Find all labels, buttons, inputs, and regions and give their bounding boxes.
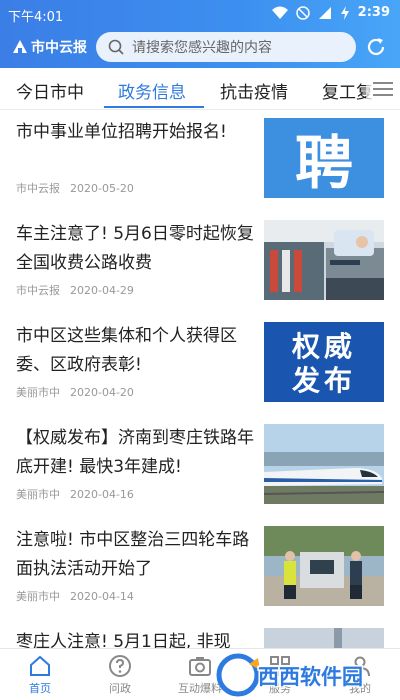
article-title: 市中区这些集体和个人获得区委、区政府表彰! bbox=[16, 326, 237, 375]
logo-text: 市中云报 bbox=[31, 40, 87, 56]
tab-menu-button[interactable] bbox=[366, 68, 400, 109]
article-title: 市中事业单位招聘开始报名! bbox=[16, 122, 227, 142]
camera-icon bbox=[189, 657, 211, 676]
nav-label: 问政 bbox=[109, 682, 131, 695]
menu-icon bbox=[373, 81, 393, 96]
article-meta: 美丽市中 2020-04-14 bbox=[16, 588, 134, 604]
article-item[interactable]: 【权威发布】济南到枣庄铁路年底开建! 最快3年建成! 美丽市中 2020-04-1… bbox=[0, 416, 400, 518]
article-thumbnail: 权威 发布 bbox=[264, 322, 384, 402]
article-source: 美丽市中 bbox=[16, 386, 60, 399]
article-item[interactable]: 市中区这些集体和个人获得区委、区政府表彰! 美丽市中 2020-04-20 权威 … bbox=[0, 314, 400, 416]
tab-epidemic[interactable]: 抗击疫情 bbox=[220, 78, 288, 103]
article-meta: 市中云报 2020-04-29 bbox=[16, 282, 134, 298]
category-tabs: 今日市中 政务信息 抗击疫情 复工复 bbox=[0, 68, 400, 110]
app-logo[interactable]: 市中云报 bbox=[12, 37, 87, 57]
refresh-icon[interactable] bbox=[364, 35, 388, 59]
partial-photo bbox=[264, 628, 384, 648]
tab-today[interactable]: 今日市中 bbox=[16, 78, 84, 103]
search-icon bbox=[108, 39, 124, 55]
article-source: 市中云报 bbox=[16, 182, 60, 195]
thumbnail-line-1: 权威 bbox=[291, 330, 356, 363]
article-item[interactable]: 枣庄人注意! 5月1日起, 非现 bbox=[0, 620, 400, 648]
article-meta: 美丽市中 2020-04-16 bbox=[16, 486, 134, 502]
nav-home[interactable]: 首页 bbox=[0, 649, 80, 700]
article-date: 2020-04-20 bbox=[70, 386, 134, 399]
site-watermark: 西西软件园 bbox=[216, 653, 365, 697]
wifi-icon bbox=[271, 6, 288, 19]
article-source: 美丽市中 bbox=[16, 488, 60, 501]
app-header: 市中云报 请搜索您感兴趣的内容 bbox=[0, 28, 400, 68]
charging-icon bbox=[340, 5, 349, 20]
watermark-text: 西西软件园 bbox=[258, 665, 363, 689]
article-source: 美丽市中 bbox=[16, 590, 60, 603]
article-date: 2020-05-20 bbox=[70, 182, 134, 195]
no-sim-icon bbox=[295, 5, 310, 20]
article-item[interactable]: 车主注意了! 5月6日零时起恢复全国收费公路收费 市中云报 2020-04-29 bbox=[0, 212, 400, 314]
article-thumbnail bbox=[264, 628, 384, 648]
logo-icon bbox=[13, 40, 27, 53]
train-photo bbox=[264, 424, 384, 504]
status-time: 下午4:01 bbox=[8, 10, 64, 25]
signal-icon bbox=[318, 6, 331, 19]
article-title: 枣庄人注意! 5月1日起, 非现 bbox=[16, 632, 231, 648]
top-bar: 下午4:01 2:39 市中云报 请搜索您感兴趣的内容 bbox=[0, 0, 400, 68]
search-input[interactable]: 请搜索您感兴趣的内容 bbox=[96, 32, 356, 62]
street-enforcement-photo bbox=[264, 526, 384, 606]
question-icon bbox=[109, 655, 131, 677]
nav-inquiry[interactable]: 问政 bbox=[80, 649, 160, 700]
article-date: 2020-04-14 bbox=[70, 590, 134, 603]
article-meta: 市中云报 2020-05-20 bbox=[16, 180, 134, 196]
nav-label: 首页 bbox=[29, 682, 51, 695]
article-item[interactable]: 市中事业单位招聘开始报名! 市中云报 2020-05-20 聘 bbox=[0, 110, 400, 212]
article-meta: 美丽市中 2020-04-20 bbox=[16, 384, 134, 400]
article-thumbnail: 聘 bbox=[264, 118, 384, 198]
status-bar: 下午4:01 2:39 bbox=[0, 0, 400, 28]
toll-booth-photo bbox=[264, 220, 384, 300]
article-thumbnail bbox=[264, 424, 384, 504]
article-title: 车主注意了! 5月6日零时起恢复全国收费公路收费 bbox=[16, 224, 254, 273]
article-date: 2020-04-16 bbox=[70, 488, 134, 501]
article-item[interactable]: 注意啦! 市中区整治三四轮车路面执法活动开始了 美丽市中 2020-04-14 bbox=[0, 518, 400, 620]
article-source: 市中云报 bbox=[16, 284, 60, 297]
article-title: 【权威发布】济南到枣庄铁路年底开建! 最快3年建成! bbox=[16, 428, 254, 477]
home-icon bbox=[30, 655, 50, 676]
status-icons: 2:39 bbox=[271, 5, 390, 20]
article-thumbnail bbox=[264, 526, 384, 606]
article-title: 注意啦! 市中区整治三四轮车路面执法活动开始了 bbox=[16, 530, 250, 579]
thumbnail-line-2: 发布 bbox=[291, 364, 356, 397]
thumbnail-text: 聘 bbox=[294, 129, 353, 197]
tab-government-info[interactable]: 政务信息 bbox=[118, 78, 186, 103]
active-tab-indicator bbox=[104, 106, 204, 108]
battery-time: 2:39 bbox=[357, 5, 390, 20]
article-date: 2020-04-29 bbox=[70, 284, 134, 297]
article-thumbnail bbox=[264, 220, 384, 300]
search-placeholder: 请搜索您感兴趣的内容 bbox=[132, 40, 272, 56]
article-feed: 市中事业单位招聘开始报名! 市中云报 2020-05-20 聘 车主注意了! 5月… bbox=[0, 110, 400, 648]
